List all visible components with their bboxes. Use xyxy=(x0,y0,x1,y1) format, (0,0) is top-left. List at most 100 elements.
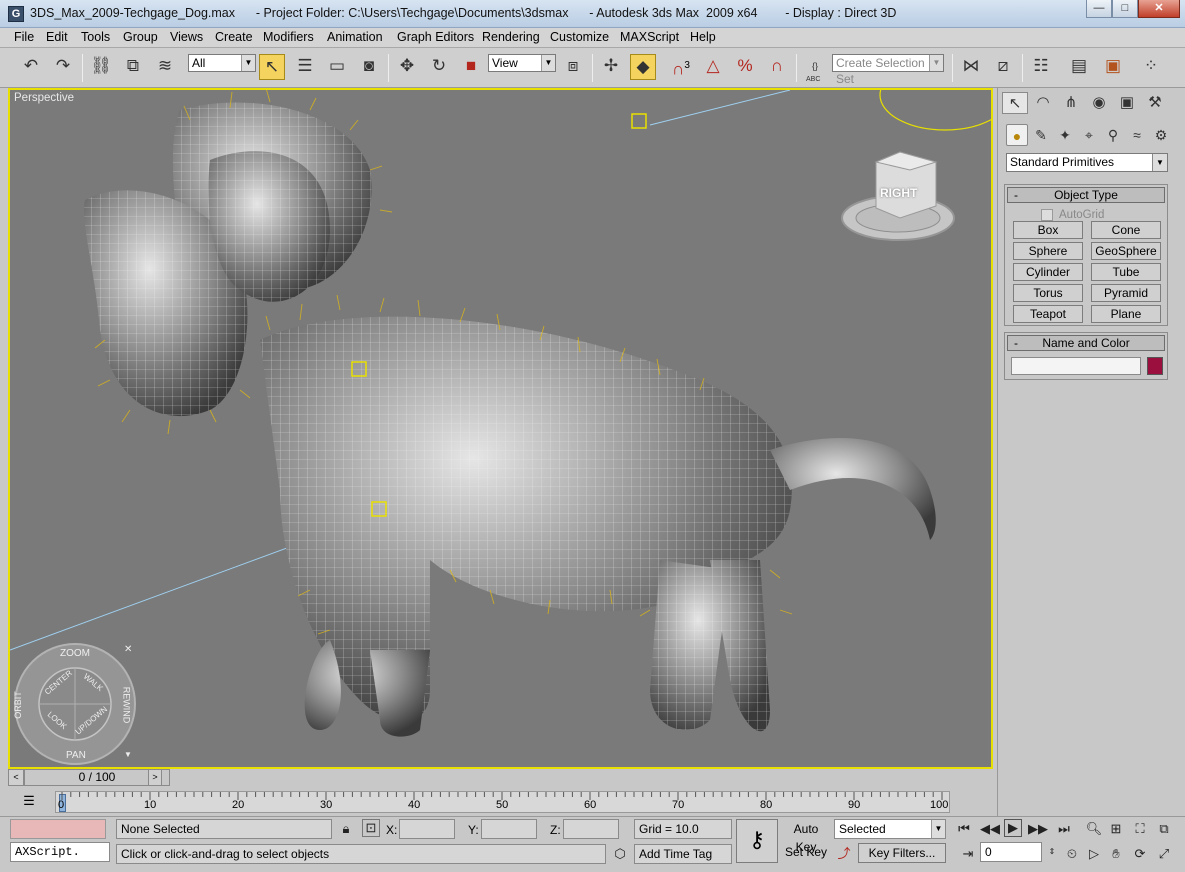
schematic-view-icon[interactable]: ▣ xyxy=(1100,54,1126,80)
close-button[interactable]: ✕ xyxy=(1138,0,1180,18)
play-icon[interactable]: ▶ xyxy=(1004,819,1022,837)
orbit-label[interactable]: ORBIT xyxy=(13,691,23,719)
previous-frame-icon[interactable]: ◀◀ xyxy=(980,819,1000,839)
cylinder-button[interactable]: Cylinder xyxy=(1013,263,1083,281)
rotate-icon[interactable]: ↻ xyxy=(426,54,452,80)
app-icon[interactable]: G xyxy=(8,6,24,22)
menu-edit[interactable]: Edit xyxy=(46,30,68,44)
named-selection-sets-input[interactable]: Create Selection Set ▼ xyxy=(832,54,944,86)
chevron-right-icon[interactable]: > xyxy=(148,769,162,786)
time-configuration-icon[interactable]: ⏲ xyxy=(1062,844,1082,864)
sphere-button[interactable]: Sphere xyxy=(1013,242,1083,260)
align-icon[interactable]: ⧄ xyxy=(990,54,1016,80)
pyramid-button[interactable]: Pyramid xyxy=(1091,284,1161,302)
selection-filter-dropdown[interactable]: All ▼ xyxy=(188,54,256,72)
select-manipulate-icon[interactable]: ✢ xyxy=(598,54,624,80)
menu-customize[interactable]: Customize xyxy=(550,30,609,44)
menu-maxscript[interactable]: MAXScript xyxy=(620,30,679,44)
box-button[interactable]: Box xyxy=(1013,221,1083,239)
maximize-viewport-icon[interactable]: ⤢ xyxy=(1154,844,1174,864)
name-and-color-header[interactable]: - Name and Color xyxy=(1007,335,1165,351)
chevron-down-icon[interactable]: ▼ xyxy=(124,750,132,759)
tube-button[interactable]: Tube xyxy=(1091,263,1161,281)
object-name-input[interactable] xyxy=(1011,357,1141,375)
bind-space-warp-icon[interactable]: ≋ xyxy=(152,54,178,80)
default-in-out-tangent-icon[interactable]: ⤴ xyxy=(834,844,854,864)
modify-tab-icon[interactable]: ◠ xyxy=(1030,92,1056,114)
menu-rendering[interactable]: Rendering xyxy=(482,30,540,44)
object-color-swatch[interactable] xyxy=(1147,357,1163,375)
percent-snap-icon[interactable]: % xyxy=(732,54,758,80)
window-crossing-icon[interactable]: ◙ xyxy=(356,54,382,80)
auto-key-button[interactable]: Auto Key xyxy=(782,820,830,854)
autogrid-checkbox[interactable]: AutoGrid xyxy=(1041,209,1104,221)
create-tab-icon[interactable]: ↖ xyxy=(1002,92,1028,114)
rectangular-selection-icon[interactable]: ▭ xyxy=(324,54,350,80)
select-and-link-icon[interactable]: ⛓ xyxy=(88,54,114,80)
reference-coordinate-dropdown[interactable]: View ▼ xyxy=(488,54,556,72)
rewind-label[interactable]: REWIND xyxy=(121,687,131,724)
edit-named-selection-icon[interactable]: {} ABC xyxy=(802,54,828,83)
utilities-tab-icon[interactable]: ⚒ xyxy=(1142,92,1168,114)
key-mode-toggle-icon[interactable]: ⇥ xyxy=(958,844,978,864)
key-filters-button[interactable]: Key Filters... xyxy=(858,843,946,863)
shapes-icon[interactable]: ✎ xyxy=(1030,124,1052,146)
viewcube-face-label[interactable]: RIGHT xyxy=(880,186,917,200)
cameras-icon[interactable]: ⌖ xyxy=(1078,124,1100,146)
current-frame-field[interactable]: 0 xyxy=(980,842,1042,862)
track-ruler[interactable]: 0 10 20 30 40 50 60 70 80 90 100 xyxy=(55,791,950,813)
menu-file[interactable]: File xyxy=(14,30,34,44)
maxscript-mini-listener-input[interactable]: AXScript. xyxy=(10,842,110,862)
viewcube[interactable]: RIGHT xyxy=(840,146,960,246)
menu-tools[interactable]: Tools xyxy=(81,30,110,44)
hierarchy-tab-icon[interactable]: ⋔ xyxy=(1058,92,1084,114)
space-warps-icon[interactable]: ≈ xyxy=(1126,124,1148,146)
unlink-icon[interactable]: ⧉ xyxy=(120,54,146,80)
menu-modifiers[interactable]: Modifiers xyxy=(263,30,314,44)
z-coordinate-field[interactable] xyxy=(563,819,619,839)
menu-help[interactable]: Help xyxy=(690,30,716,44)
perspective-viewport[interactable]: Perspective RIGHT ZOOM ORBIT REWIND PAN … xyxy=(8,88,993,769)
set-key-icon[interactable]: ⚷ xyxy=(736,819,778,863)
lock-icon[interactable]: 🔒︎ xyxy=(336,819,356,839)
pan-label[interactable]: PAN xyxy=(66,750,86,761)
maxscript-mini-listener-output[interactable] xyxy=(10,819,106,839)
motion-tab-icon[interactable]: ◉ xyxy=(1086,92,1112,114)
cone-button[interactable]: Cone xyxy=(1091,221,1161,239)
select-by-name-icon[interactable]: ☰ xyxy=(292,54,318,80)
zoom-label[interactable]: ZOOM xyxy=(60,648,90,659)
chevron-left-icon[interactable]: < xyxy=(8,769,24,786)
teapot-button[interactable]: Teapot xyxy=(1013,305,1083,323)
spinner-snap-icon[interactable]: ∩ xyxy=(764,54,790,80)
redo-icon[interactable]: ↷ xyxy=(50,54,76,80)
add-time-tag-button[interactable]: Add Time Tag xyxy=(634,844,732,864)
navigation-wheel[interactable]: ZOOM ORBIT REWIND PAN CENTER WALK LOOK U… xyxy=(12,642,138,766)
y-coordinate-field[interactable] xyxy=(481,819,537,839)
field-of-view-icon[interactable]: ▷ xyxy=(1084,844,1104,864)
set-key-button[interactable]: Set Key xyxy=(782,843,830,863)
minimize-button[interactable]: — xyxy=(1086,0,1112,18)
material-editor-icon[interactable]: ⁘ xyxy=(1138,54,1164,80)
zoom-extents-icon[interactable]: ⛶ xyxy=(1130,819,1150,839)
maximize-button[interactable]: □ xyxy=(1112,0,1138,18)
snaps-toggle-icon[interactable]: ∩3 xyxy=(668,54,694,80)
keyboard-shortcut-override-icon[interactable]: ◆ xyxy=(630,54,656,80)
mini-curve-editor-icon[interactable]: ☰ xyxy=(18,793,40,811)
angle-snap-icon[interactable]: △ xyxy=(700,54,726,80)
undo-icon[interactable]: ↶ xyxy=(18,54,44,80)
move-icon[interactable]: ✥ xyxy=(394,54,420,80)
time-tag-icon[interactable]: ⬡ xyxy=(610,844,630,864)
zoom-extents-all-icon[interactable]: ⧉ xyxy=(1154,819,1174,839)
systems-icon[interactable]: ⚙ xyxy=(1150,124,1172,146)
helpers-icon[interactable]: ⚲ xyxy=(1102,124,1124,146)
torus-button[interactable]: Torus xyxy=(1013,284,1083,302)
menu-create[interactable]: Create xyxy=(215,30,253,44)
pan-view-icon[interactable]: ✋︎ xyxy=(1106,844,1126,864)
close-icon[interactable]: ✕ xyxy=(124,644,132,655)
zoom-all-icon[interactable]: ⊞ xyxy=(1106,819,1126,839)
geometry-icon[interactable]: ● xyxy=(1006,124,1028,146)
scale-icon[interactable]: ■ xyxy=(458,54,484,80)
absolute-mode-icon[interactable]: ⊡ xyxy=(362,819,380,837)
pivot-center-icon[interactable]: ⧈ xyxy=(560,54,586,80)
next-frame-icon[interactable]: ▶▶ xyxy=(1028,819,1048,839)
